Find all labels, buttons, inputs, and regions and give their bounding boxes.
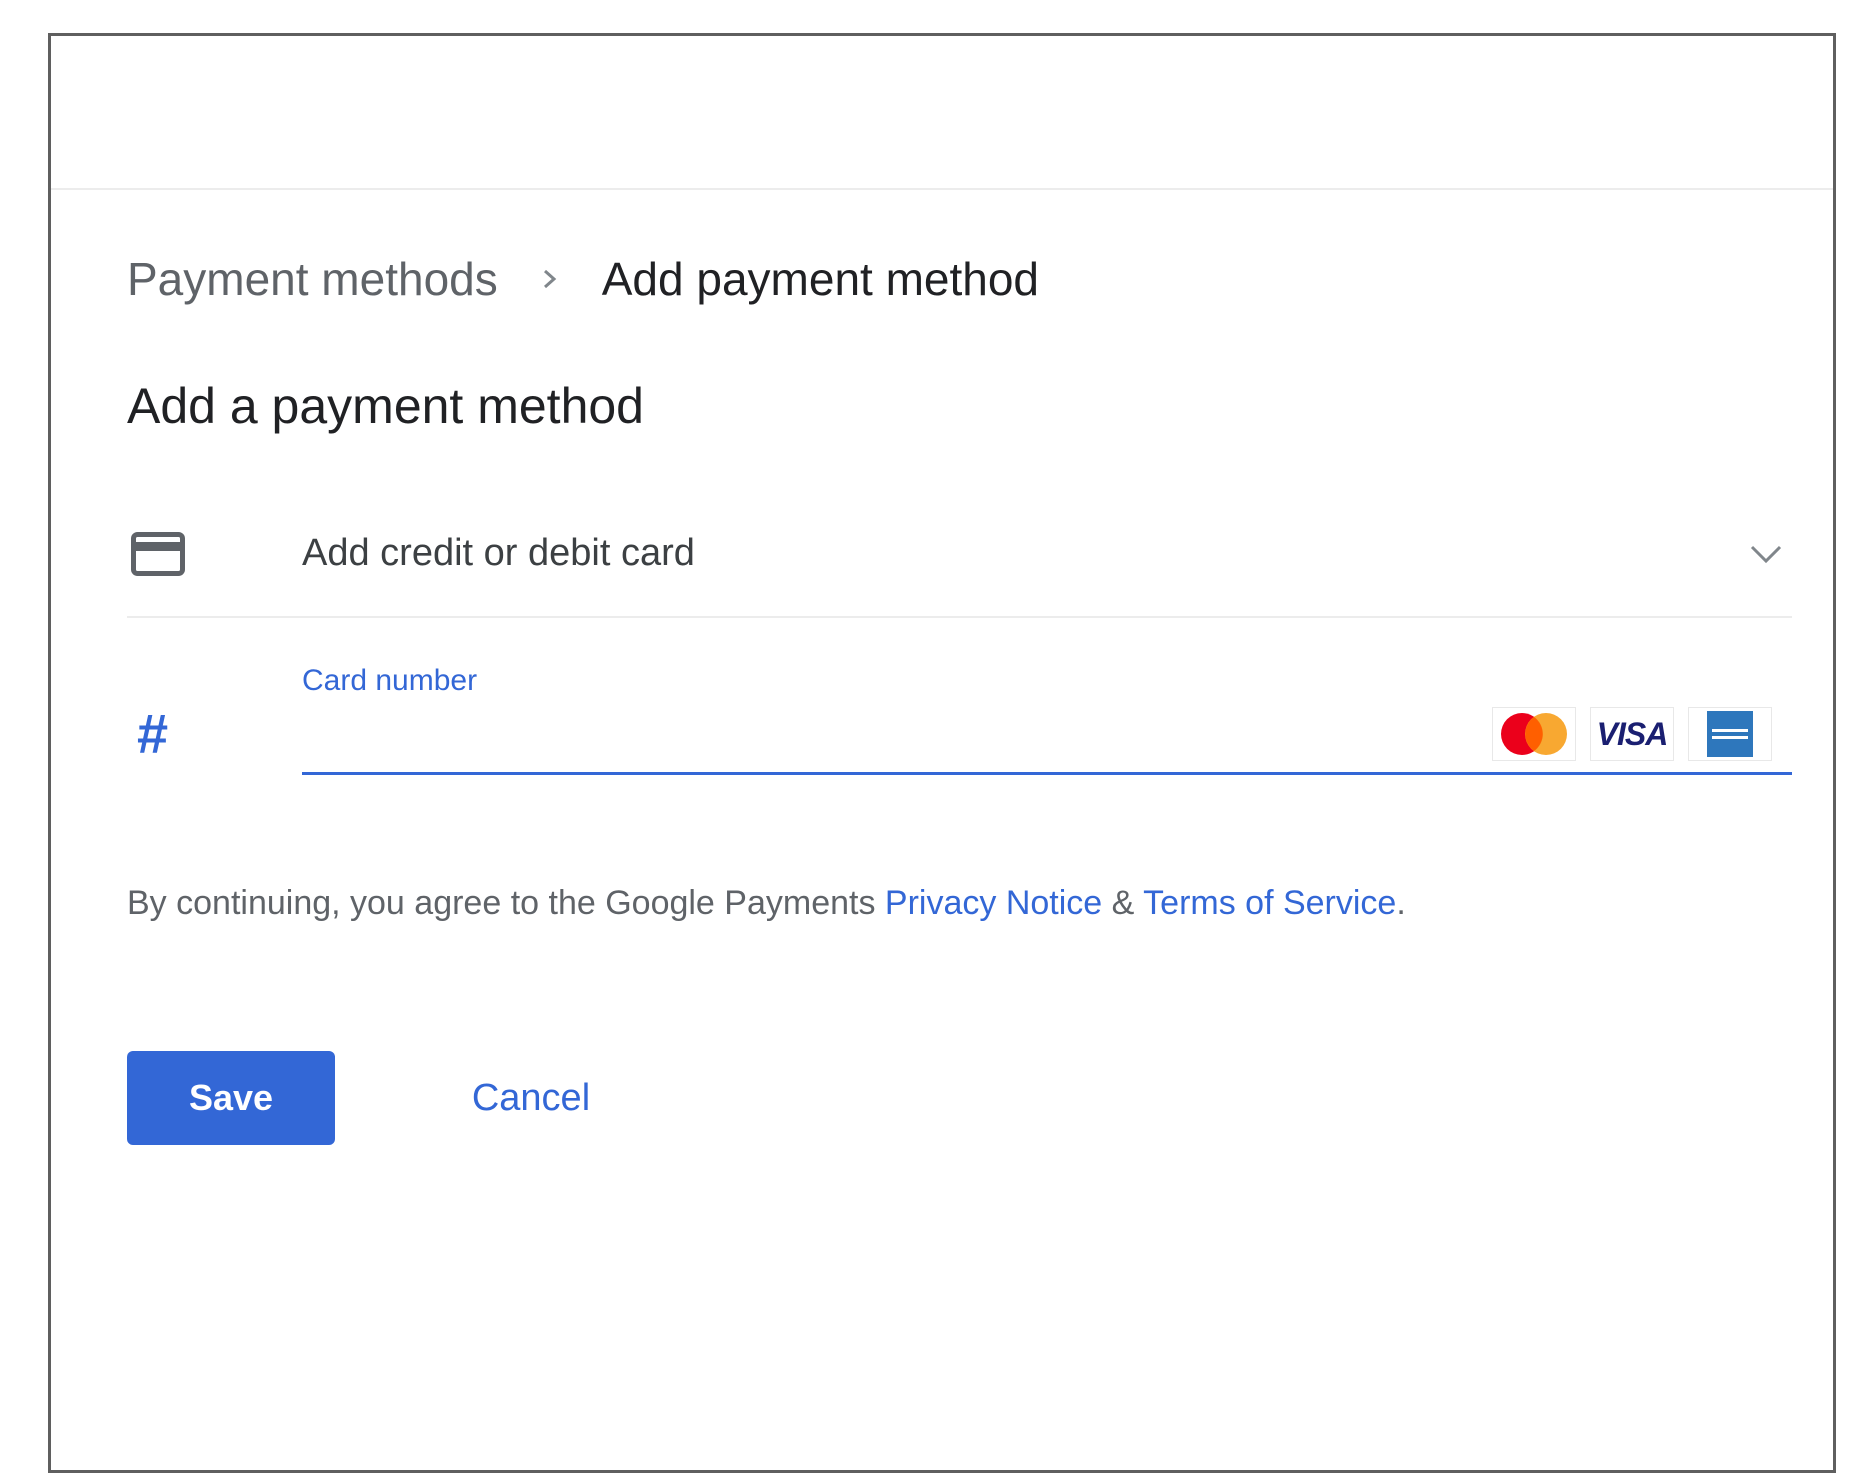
card-number-row: # Card number VISA <box>127 656 1792 786</box>
dialog-header-bar <box>51 36 1833 190</box>
amex-logo-icon <box>1688 707 1772 761</box>
breadcrumb-current: Add payment method <box>601 253 1040 305</box>
terms-joiner: & <box>1102 884 1144 922</box>
terms-prefix: By continuing, you agree to the Google P… <box>127 884 885 922</box>
cancel-button[interactable]: Cancel <box>451 1051 611 1145</box>
chevron-down-icon[interactable] <box>1748 541 1784 567</box>
visa-logo-icon: VISA <box>1590 707 1674 761</box>
terms-of-service-link[interactable]: Terms of Service <box>1143 884 1396 922</box>
terms-notice: By continuing, you agree to the Google P… <box>127 886 1406 920</box>
save-button[interactable]: Save <box>127 1051 335 1145</box>
credit-card-icon <box>131 532 185 576</box>
visa-logo-text: VISA <box>1596 715 1669 752</box>
breadcrumb-payment-methods-link[interactable]: Payment methods <box>127 256 498 302</box>
add-card-label: Add credit or debit card <box>302 532 695 574</box>
card-number-underline <box>302 772 1792 775</box>
payment-dialog: Payment methods Add payment method Add a… <box>48 33 1836 1473</box>
add-card-option[interactable]: Add credit or debit card <box>127 496 1792 618</box>
breadcrumb: Payment methods Add payment method <box>127 256 1039 302</box>
hash-icon: # <box>137 702 169 765</box>
card-number-input[interactable] <box>302 706 1506 768</box>
terms-suffix: . <box>1396 884 1406 922</box>
privacy-notice-link[interactable]: Privacy Notice <box>885 884 1102 922</box>
accepted-card-brands: VISA <box>1492 706 1772 762</box>
card-number-label: Card number <box>302 664 478 697</box>
chevron-right-icon <box>540 259 560 299</box>
mastercard-logo-icon <box>1492 707 1576 761</box>
page-title: Add a payment method <box>127 378 644 434</box>
